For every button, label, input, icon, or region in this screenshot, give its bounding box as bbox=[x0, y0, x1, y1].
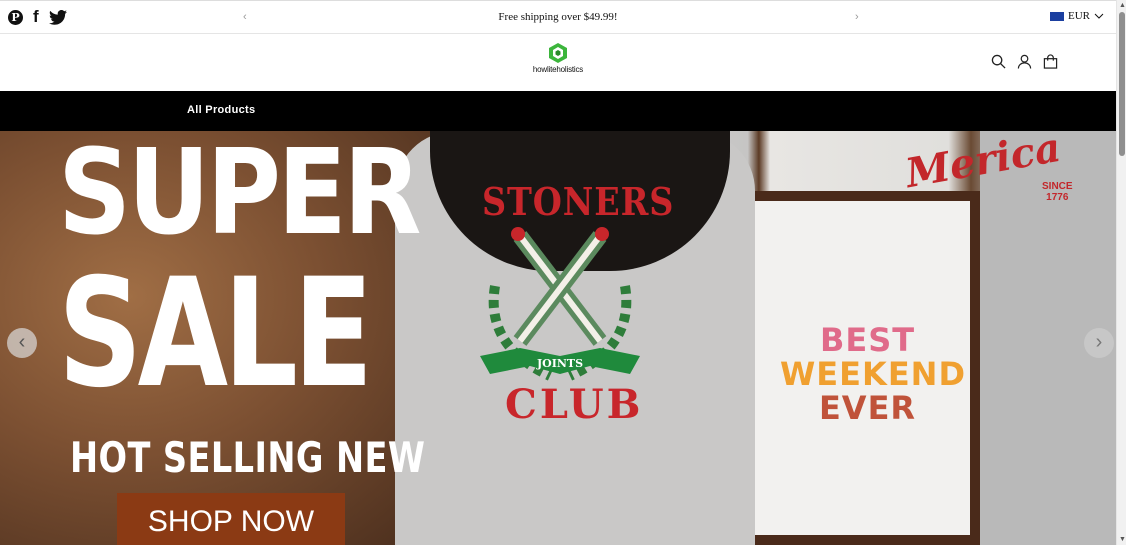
shirt-year-label: 1776 bbox=[1046, 192, 1069, 203]
hero-banner[interactable]: Merica SINCE 1776 SUPER SALE HOT SELLING… bbox=[0, 131, 1116, 545]
shop-now-button[interactable]: SHOP NOW bbox=[117, 493, 345, 545]
joints-crest-graphic: JOINTS bbox=[480, 227, 640, 381]
shirt-best-word: BEST bbox=[819, 321, 916, 359]
slider-next-button[interactable]: › bbox=[1084, 328, 1114, 358]
shirt-joints-text: JOINTS bbox=[536, 357, 583, 370]
slider-prev-button[interactable]: ‹ bbox=[7, 328, 37, 358]
logo-text: howliteholistics bbox=[532, 65, 584, 74]
currency-selector[interactable]: EUR bbox=[1050, 10, 1104, 22]
chevron-right-icon: › bbox=[1095, 331, 1103, 353]
hero-headline-super: SUPER bbox=[58, 131, 422, 261]
shirt-club-text: CLUB bbox=[505, 381, 644, 428]
account-icon[interactable] bbox=[1017, 54, 1032, 69]
announcement-next-arrow[interactable]: › bbox=[855, 11, 859, 23]
shirt-weekend-word: WEEKEND bbox=[780, 355, 967, 393]
logo-mark-icon bbox=[549, 43, 567, 63]
scroll-up-icon[interactable]: ▲ bbox=[1119, 2, 1126, 9]
chevron-down-icon bbox=[1094, 13, 1104, 19]
eu-flag-icon bbox=[1050, 11, 1064, 21]
shirt-since-label: SINCE bbox=[1042, 181, 1073, 192]
main-nav: All Products bbox=[0, 91, 1116, 131]
shirt-best-weekend-text: BEST WEEKEND EVER bbox=[780, 321, 967, 427]
hero-subheadline: HOT SELLING NEW bbox=[70, 433, 426, 482]
announcement-text: Free shipping over $49.99! bbox=[498, 11, 618, 23]
nav-item-all-products[interactable]: All Products bbox=[187, 104, 255, 116]
scrollbar-thumb[interactable] bbox=[1119, 12, 1125, 156]
shirt-ever-word: EVER bbox=[818, 389, 917, 427]
search-icon[interactable] bbox=[991, 54, 1006, 69]
hero-headline-sale: SALE bbox=[58, 247, 373, 421]
site-header: howliteholistics bbox=[0, 34, 1116, 91]
announcement-bar: P f ‹ Free shipping over $49.99! › EUR bbox=[0, 0, 1116, 34]
header-icons bbox=[991, 54, 1058, 69]
chevron-left-icon: ‹ bbox=[18, 331, 26, 353]
cart-icon[interactable] bbox=[1043, 54, 1058, 69]
shirt-since-text: SINCE 1776 bbox=[1042, 181, 1073, 203]
scroll-down-icon[interactable]: ▼ bbox=[1119, 536, 1126, 543]
site-logo[interactable]: howliteholistics bbox=[526, 42, 590, 74]
page-scrollbar[interactable]: ▲ ▼ bbox=[1116, 0, 1126, 545]
currency-label: EUR bbox=[1068, 10, 1090, 22]
